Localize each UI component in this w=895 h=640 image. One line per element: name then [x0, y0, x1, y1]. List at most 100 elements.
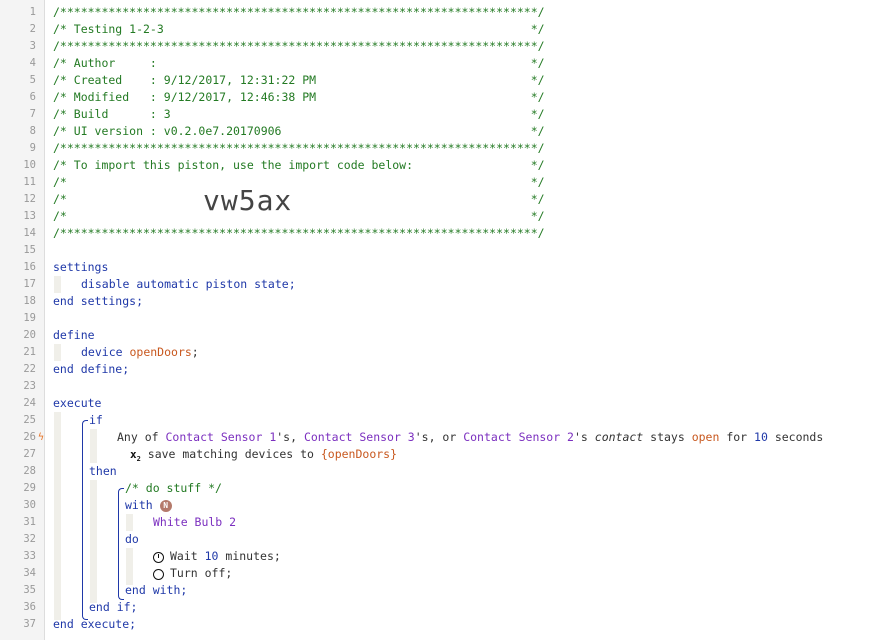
line-number: 5 [29, 74, 36, 86]
wait-prefix: Wait [170, 549, 205, 563]
attribute-contact: contact [594, 430, 644, 444]
line-number: 1 [29, 6, 36, 18]
separator: 's [573, 430, 595, 444]
line-number: 14 [23, 227, 36, 239]
line-number: 2 [29, 23, 36, 35]
header-comment-line[interactable]: /* UI version : v0.2.0e7.20170906 */ [53, 123, 545, 140]
turn-off-statement[interactable]: Turn off; [170, 565, 232, 582]
with-keyword[interactable]: with [125, 498, 153, 512]
import-code[interactable]: vw5ax [203, 184, 292, 218]
indent-guide [90, 480, 97, 603]
line-number: 28 [23, 465, 36, 477]
condition-statement[interactable]: Any of Contact Sensor 1's, Contact Senso… [117, 429, 823, 446]
indent-guide [90, 429, 97, 463]
header-comment-line[interactable]: /***************************************… [53, 140, 545, 157]
define-keyword[interactable]: define [53, 327, 95, 344]
indent-guide [54, 412, 61, 620]
header-comment-line[interactable]: /* */ [53, 208, 545, 225]
line-number: 35 [23, 584, 36, 596]
separator: 's, or [414, 430, 464, 444]
x2-variable-icon: x2 [130, 448, 141, 464]
duration-value[interactable]: 10 [754, 430, 768, 444]
settings-keyword[interactable]: settings [53, 259, 108, 276]
line-number: 21 [23, 346, 36, 358]
if-block-bracket [82, 420, 88, 620]
line-number: 12 [23, 193, 36, 205]
end-if-keyword[interactable]: end if; [89, 599, 137, 616]
execute-keyword[interactable]: execute [53, 395, 101, 412]
line-number: 10 [23, 159, 36, 171]
header-comment-line[interactable]: /* */ [53, 191, 545, 208]
line-number: 26 [23, 431, 36, 443]
line-number: 30 [23, 499, 36, 511]
with-statement[interactable]: with N [125, 497, 172, 514]
define-statement[interactable]: device openDoors; [81, 344, 199, 361]
line-number: 9 [29, 142, 36, 154]
device-contact-sensor-1[interactable]: Contact Sensor 1 [165, 430, 276, 444]
line-number: 4 [29, 57, 36, 69]
duration-unit: seconds [767, 430, 824, 444]
line-number: 11 [23, 176, 36, 188]
header-comment-line[interactable]: /* Modified : 9/12/2017, 12:46:38 PM */ [53, 89, 545, 106]
then-keyword[interactable]: then [89, 463, 117, 480]
save-text: save matching devices to [140, 447, 321, 461]
lightning-bolt-icon[interactable]: ϟ [38, 429, 46, 446]
clock-icon [153, 552, 164, 563]
end-settings-keyword[interactable]: end settings; [53, 293, 143, 310]
device-white-bulb-2[interactable]: White Bulb 2 [153, 514, 236, 531]
header-comment-line[interactable]: /***************************************… [53, 38, 545, 55]
line-number: 8 [29, 125, 36, 137]
line-number: 33 [23, 550, 36, 562]
end-with-keyword[interactable]: end with; [125, 582, 187, 599]
line-number: 37 [23, 618, 36, 630]
line-number: 29 [23, 482, 36, 494]
semicolon: ; [191, 345, 199, 359]
line-number: 32 [23, 533, 36, 545]
header-comment-line[interactable]: /***************************************… [53, 225, 545, 242]
line-number: 23 [23, 380, 36, 392]
save-matching-statement[interactable]: x2 save matching devices to {openDoors} [130, 446, 397, 463]
header-comment-line[interactable]: /* Build : 3 */ [53, 106, 545, 123]
variable-opendoors[interactable]: openDoors [129, 345, 191, 359]
save-variable[interactable]: {openDoors} [321, 447, 397, 461]
header-comment-line[interactable]: /* Created : 9/12/2017, 12:31:22 PM */ [53, 72, 545, 89]
line-number: 36 [23, 601, 36, 613]
do-keyword[interactable]: do [125, 531, 139, 548]
end-define-keyword[interactable]: end define; [53, 361, 129, 378]
header-comment-line[interactable]: /* Author : */ [53, 55, 545, 72]
line-number: 27 [23, 448, 36, 460]
wait-statement[interactable]: Wait 10 minutes; [170, 548, 281, 565]
do-stuff-comment[interactable]: /* do stuff */ [125, 480, 222, 497]
line-number: 13 [23, 210, 36, 222]
device-contact-sensor-3[interactable]: Contact Sensor 3 [304, 430, 415, 444]
line-number: 20 [23, 329, 36, 341]
header-comment-line[interactable]: /* Testing 1-2-3 */ [53, 21, 545, 38]
line-number: 3 [29, 40, 36, 52]
state-open[interactable]: open [692, 430, 720, 444]
line-number: 34 [23, 567, 36, 579]
line-number: 25 [23, 414, 36, 426]
line-number: 31 [23, 516, 36, 528]
line-number: 19 [23, 312, 36, 324]
wait-value[interactable]: 10 [205, 549, 219, 563]
wait-suffix: minutes; [218, 549, 281, 563]
circle-icon [153, 569, 164, 580]
line-number: 7 [29, 108, 36, 120]
indent-guide [54, 276, 61, 293]
end-execute-keyword[interactable]: end execute; [53, 616, 136, 633]
line-number: 17 [23, 278, 36, 290]
condition-prefix: Any of [117, 430, 166, 444]
header-comment-line[interactable]: /***************************************… [53, 4, 545, 21]
indent-guide [126, 548, 133, 585]
if-keyword[interactable]: if [89, 412, 103, 429]
device-contact-sensor-2[interactable]: Contact Sensor 2 [463, 430, 574, 444]
header-comment-line[interactable]: /* To import this piston, use the import… [53, 157, 545, 174]
header-comment-line[interactable]: /* */ [53, 174, 545, 191]
n-badge-icon[interactable]: N [159, 499, 172, 512]
line-number: 6 [29, 91, 36, 103]
settings-statement[interactable]: disable automatic piston state; [81, 276, 296, 293]
device-type: device [81, 345, 123, 359]
line-number: 24 [23, 397, 36, 409]
line-number: 18 [23, 295, 36, 307]
line-number: 15 [23, 244, 36, 256]
